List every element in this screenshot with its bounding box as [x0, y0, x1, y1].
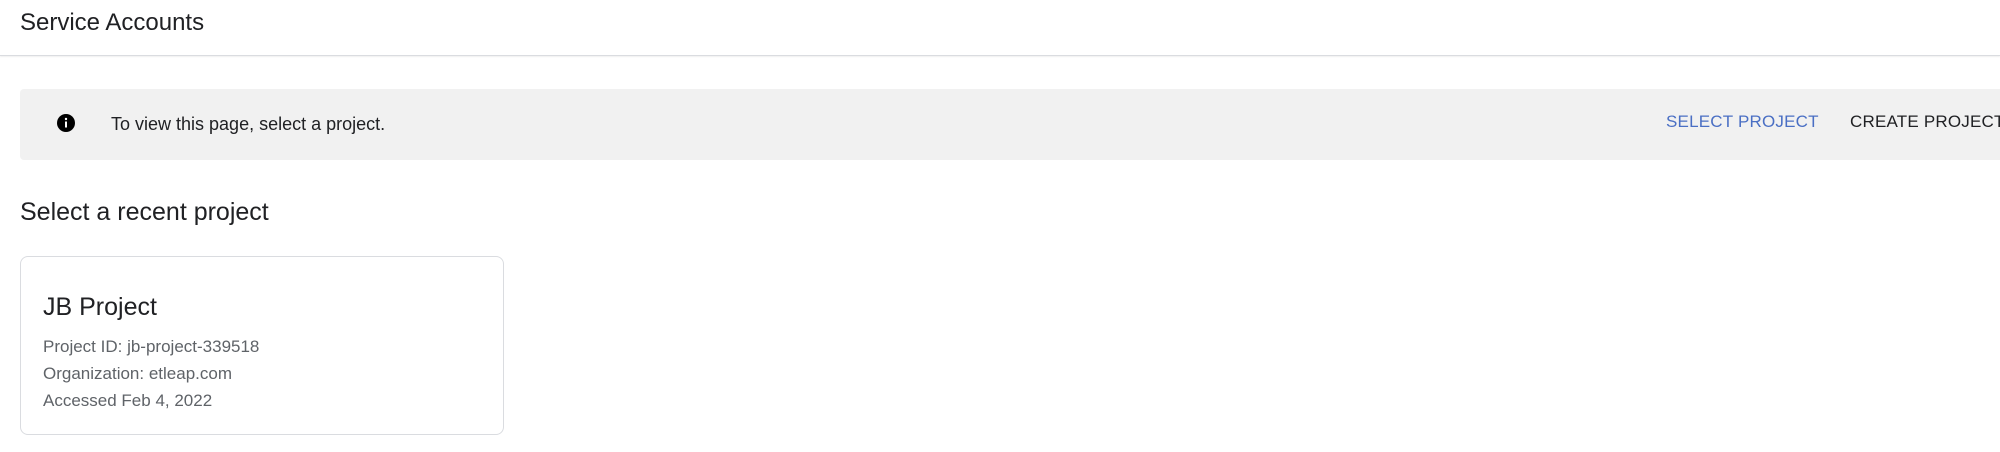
project-accessed-date: Accessed Feb 4, 2022: [43, 391, 213, 410]
page-title: Service Accounts: [20, 9, 205, 36]
page-header: Service Accounts: [0, 0, 2000, 56]
project-card[interactable]: JB Project Project ID: jb-project-339518…: [20, 256, 504, 435]
info-banner: To view this page, select a project. SEL…: [20, 89, 2000, 160]
recent-projects-heading: Select a recent project: [20, 198, 269, 226]
create-project-button[interactable]: CREATE PROJECT: [1850, 111, 2000, 133]
banner-message: To view this page, select a project.: [111, 114, 386, 134]
page: Service Accounts To view this page, sele…: [0, 0, 2000, 452]
info-icon: [56, 113, 76, 133]
project-organization: Organization: etleap.com: [43, 364, 232, 383]
project-name: JB Project: [43, 293, 157, 321]
select-project-button[interactable]: SELECT PROJECT: [1666, 111, 1819, 133]
project-id: Project ID: jb-project-339518: [43, 337, 260, 356]
